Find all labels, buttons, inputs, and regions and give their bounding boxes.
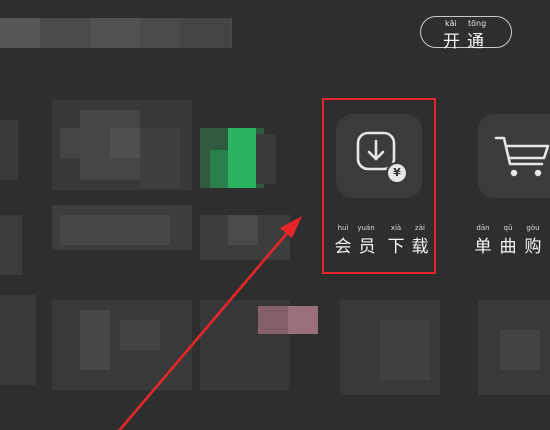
annotation-arrow-icon — [117, 216, 302, 430]
app-screen: kāi tōng 开 通 ¥ huì yuán xià zài 会 员 下 载 — [0, 0, 550, 430]
